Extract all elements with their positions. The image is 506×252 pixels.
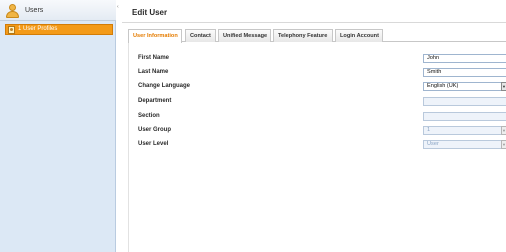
users-icon bbox=[6, 4, 19, 18]
user-level-select[interactable]: User ▼ bbox=[423, 140, 506, 149]
change-language-select[interactable]: English (UK) ▼ bbox=[423, 82, 506, 91]
last-name-field[interactable]: Smith bbox=[423, 68, 506, 77]
tab-login-account[interactable]: Login Account bbox=[335, 29, 383, 42]
user-information-form: First Name John Last Name Smith Change L… bbox=[128, 43, 506, 252]
change-language-value: English (UK) bbox=[427, 83, 459, 89]
collapse-sidebar-icon[interactable]: ‹ bbox=[117, 4, 121, 10]
user-profile-icon bbox=[8, 26, 15, 34]
tab-bar: User Information Contact Unified Message… bbox=[128, 29, 506, 43]
last-name-row: Last Name Smith bbox=[129, 67, 506, 81]
section-label: Section bbox=[138, 113, 160, 119]
department-row: Department bbox=[129, 96, 506, 110]
section-row: Section bbox=[129, 111, 506, 125]
change-language-label: Change Language bbox=[138, 83, 191, 89]
last-name-label: Last Name bbox=[138, 69, 169, 75]
change-language-row: Change Language English (UK) ▼ bbox=[129, 81, 506, 95]
tab-user-information[interactable]: User Information bbox=[128, 29, 182, 43]
section-field[interactable] bbox=[423, 112, 506, 121]
department-field[interactable] bbox=[423, 97, 506, 106]
user-group-row: User Group 1 ▼ bbox=[129, 125, 506, 139]
main-panel: Edit User User Information Contact Unifi… bbox=[122, 0, 506, 252]
tab-telephony-feature[interactable]: Telephony Feature bbox=[273, 29, 333, 42]
page-header: Edit User bbox=[122, 0, 506, 23]
tab-contact[interactable]: Contact bbox=[185, 29, 216, 42]
user-group-label: User Group bbox=[138, 127, 172, 133]
sidebar: Users 1 User Profiles bbox=[0, 0, 116, 252]
sidebar-item-user-profiles[interactable]: 1 User Profiles bbox=[5, 24, 113, 35]
app: Users 1 User Profiles ‹ Edit User User I… bbox=[0, 0, 506, 252]
user-level-value: User bbox=[427, 141, 439, 147]
chevron-down-icon[interactable]: ▼ bbox=[501, 140, 506, 149]
tab-unified-message[interactable]: Unified Message bbox=[218, 29, 271, 42]
user-level-row: User Level User ▼ bbox=[129, 139, 506, 153]
user-group-select[interactable]: 1 ▼ bbox=[423, 126, 506, 135]
user-group-value: 1 bbox=[427, 127, 431, 133]
first-name-row: First Name John bbox=[129, 53, 506, 67]
user-level-label: User Level bbox=[138, 141, 169, 147]
first-name-field[interactable]: John bbox=[423, 54, 506, 63]
chevron-down-icon[interactable]: ▼ bbox=[501, 126, 506, 135]
sidebar-item-label: 1 User Profiles bbox=[18, 26, 58, 32]
sidebar-header: Users bbox=[0, 0, 116, 21]
sidebar-title: Users bbox=[25, 7, 44, 14]
page-title: Edit User bbox=[132, 8, 168, 17]
department-label: Department bbox=[138, 98, 172, 104]
first-name-label: First Name bbox=[138, 55, 170, 61]
chevron-down-icon[interactable]: ▼ bbox=[501, 82, 506, 91]
